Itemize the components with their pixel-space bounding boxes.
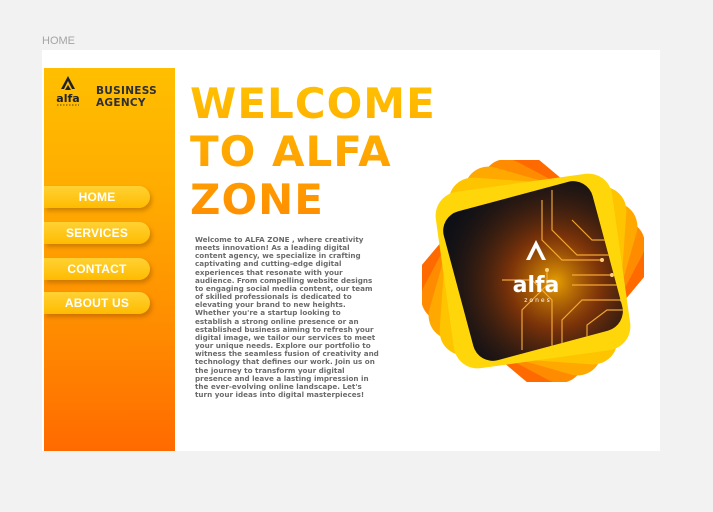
alfa-logo-icon: alfa	[52, 74, 84, 108]
brand-line-2: AGENCY	[96, 97, 146, 109]
art-logo-subtext: zones	[524, 297, 551, 304]
art-logo-text: alfa	[513, 273, 560, 298]
logo-text: alfa	[56, 92, 79, 105]
page-frame: alfa BUSINESS AGENCY HOME SERVICES CONTA…	[42, 50, 660, 451]
frame-label: HOME	[42, 35, 75, 47]
hero-body-text: Welcome to ALFA ZONE , where creativity …	[195, 235, 379, 399]
nav-services-button[interactable]: SERVICES	[44, 222, 150, 244]
sidebar: alfa BUSINESS AGENCY HOME SERVICES CONTA…	[44, 68, 175, 451]
brand-line-1: BUSINESS	[96, 85, 158, 97]
nav-about-us-button[interactable]: ABOUT US	[44, 292, 150, 314]
circuit-art-image: alfa zones	[422, 160, 644, 382]
hero-headline-line-1: WELCOME	[190, 79, 436, 128]
nav-contact-button[interactable]: CONTACT	[44, 258, 150, 280]
brand-name: BUSINESS AGENCY	[96, 85, 157, 109]
nav-home-button[interactable]: HOME	[44, 186, 150, 208]
